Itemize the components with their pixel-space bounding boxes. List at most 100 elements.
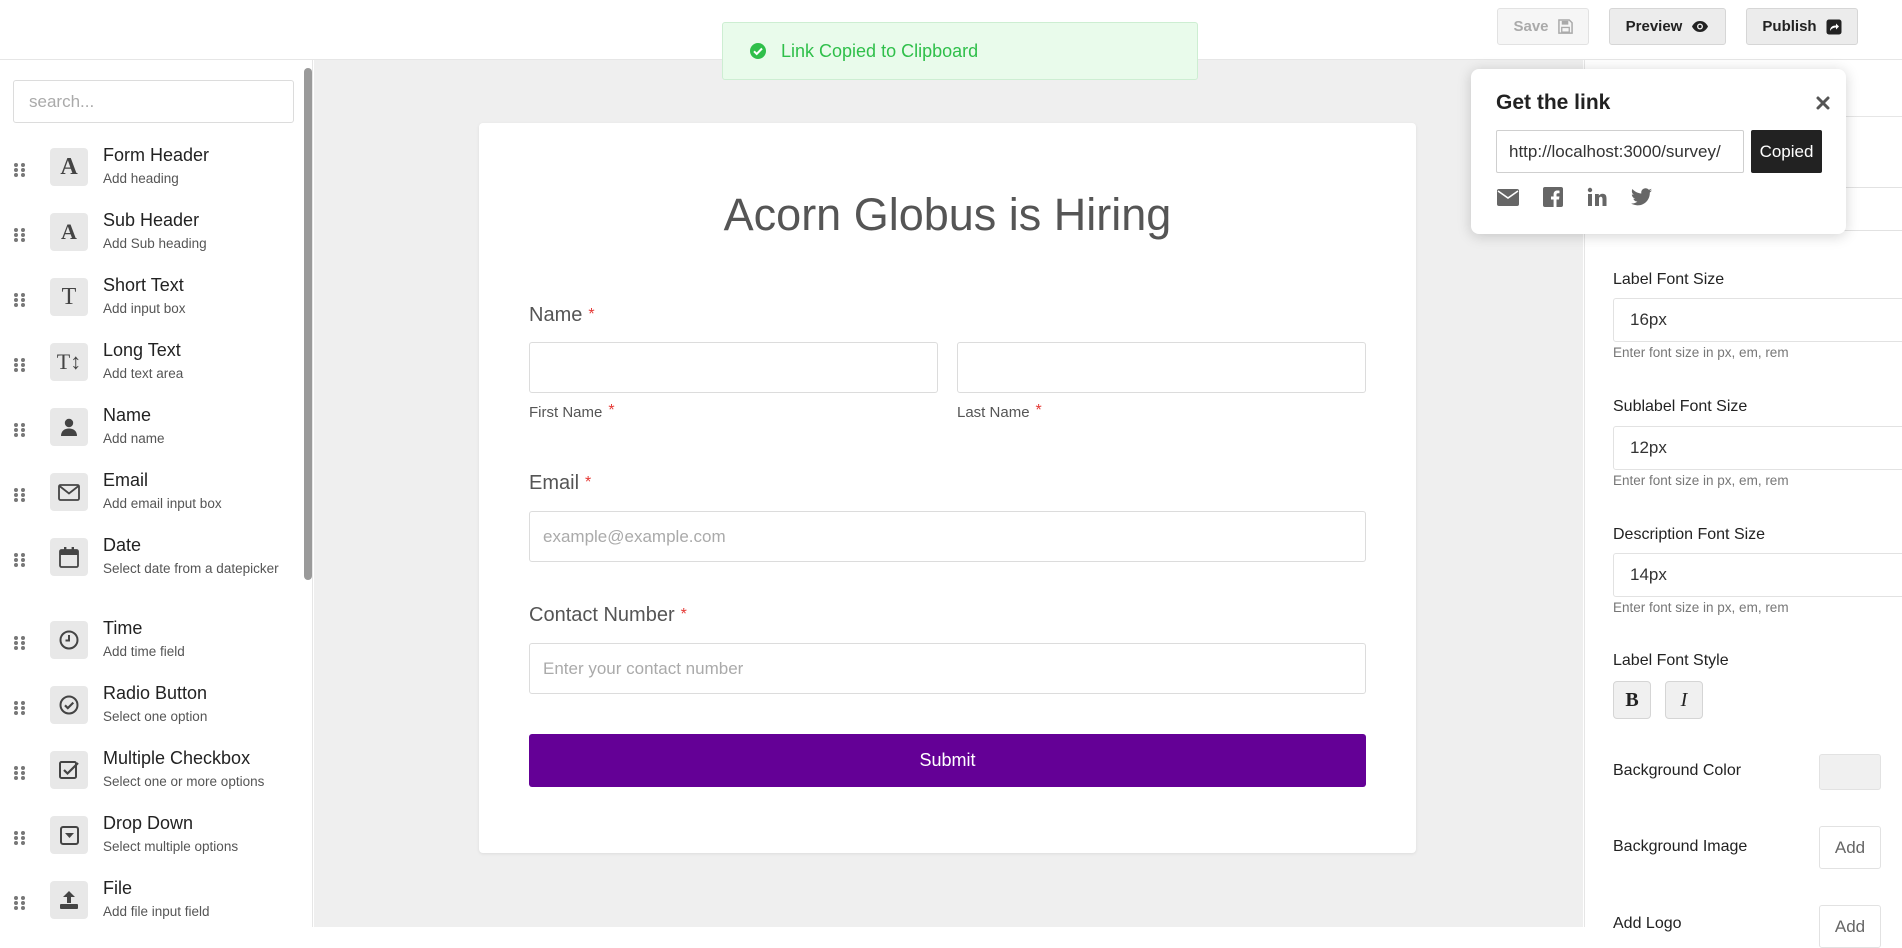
tool-title: Short Text bbox=[103, 275, 184, 295]
tool-title: Sub Header bbox=[103, 210, 200, 230]
last-name-sublabel-text: Last Name bbox=[957, 404, 1030, 421]
italic-button[interactable]: I bbox=[1665, 681, 1703, 719]
contact-placeholder: Enter your contact number bbox=[543, 658, 744, 678]
background-image-label: Background Image bbox=[1613, 838, 1748, 855]
clock-icon bbox=[50, 621, 88, 659]
search-input[interactable] bbox=[13, 80, 294, 123]
tool-item-radio-button[interactable]: Radio Button Select one option bbox=[0, 683, 300, 746]
tool-subtitle: Add text area bbox=[103, 366, 184, 381]
last-name-input[interactable] bbox=[957, 342, 1366, 393]
drag-handle-icon[interactable] bbox=[13, 162, 27, 178]
publish-label: Publish bbox=[1762, 18, 1817, 35]
drag-handle-icon[interactable] bbox=[13, 552, 27, 568]
preview-label: Preview bbox=[1625, 18, 1683, 35]
tool-title: Name bbox=[103, 405, 152, 425]
sublabel-font-size-input[interactable]: 12px bbox=[1613, 426, 1902, 470]
close-icon[interactable] bbox=[1811, 91, 1835, 115]
tool-item-file[interactable]: File Add file input field bbox=[0, 878, 300, 927]
tool-item-form-header[interactable]: A Form Header Add heading bbox=[0, 145, 300, 208]
popover-title: Get the link bbox=[1496, 91, 1611, 114]
email-placeholder: example@example.com bbox=[543, 526, 726, 546]
background-image-add-button[interactable]: Add bbox=[1819, 826, 1881, 869]
tool-title: Email bbox=[103, 470, 149, 490]
tool-subtitle: Select multiple options bbox=[103, 839, 239, 854]
tool-item-long-text[interactable]: T↕ Long Text Add text area bbox=[0, 340, 300, 403]
tool-item-time[interactable]: Time Add time field bbox=[0, 618, 300, 681]
publish-button[interactable]: Publish bbox=[1746, 8, 1858, 45]
add-logo-label: Add Logo bbox=[1613, 915, 1682, 932]
tool-item-drop-down[interactable]: Drop Down Select multiple options bbox=[0, 813, 300, 876]
sublabel-font-size-label: Sublabel Font Size bbox=[1613, 398, 1748, 415]
user-icon bbox=[50, 408, 88, 446]
check-circle-icon bbox=[50, 686, 88, 724]
save-label: Save bbox=[1513, 18, 1549, 35]
label-font-size-input[interactable]: 16px bbox=[1613, 298, 1902, 342]
linkedin-icon[interactable] bbox=[1585, 186, 1609, 208]
required-mark: * bbox=[585, 474, 592, 491]
tool-item-short-text[interactable]: T Short Text Add input box bbox=[0, 275, 300, 338]
required-mark: * bbox=[680, 606, 687, 623]
tool-title: Form Header bbox=[103, 145, 210, 165]
drag-handle-icon[interactable] bbox=[13, 487, 27, 503]
drag-handle-icon[interactable] bbox=[13, 765, 27, 781]
element-sidebar: A Form Header Add heading A Sub Header Add Su… bbox=[0, 60, 313, 927]
tool-subtitle: Add email input box bbox=[103, 496, 222, 511]
toast-message: Link Copied to Clipboard bbox=[781, 40, 979, 61]
tool-item-name[interactable]: Name Add name bbox=[0, 405, 300, 468]
drag-handle-icon[interactable] bbox=[13, 830, 27, 846]
description-font-size-label: Description Font Size bbox=[1613, 526, 1766, 543]
form-card: Acorn Globus is Hiring Name * First Name *… bbox=[479, 123, 1416, 853]
drag-handle-icon[interactable] bbox=[13, 357, 27, 373]
form-title[interactable]: Acorn Globus is Hiring bbox=[479, 189, 1416, 241]
text-height-icon: T↕ bbox=[50, 343, 88, 381]
tool-subtitle: Select one or more options bbox=[103, 774, 265, 789]
get-link-popover: Get the link http://localhost:3000/surve… bbox=[1471, 69, 1846, 234]
upload-icon bbox=[50, 881, 88, 919]
link-url-field[interactable]: http://localhost:3000/survey/ bbox=[1496, 130, 1744, 173]
text-t-icon: T bbox=[50, 278, 88, 316]
drag-handle-icon[interactable] bbox=[13, 700, 27, 716]
save-button[interactable]: Save bbox=[1497, 8, 1589, 45]
copy-button[interactable]: Copied bbox=[1751, 130, 1822, 173]
tool-item-date[interactable]: Date Select date from a datepicker bbox=[0, 535, 300, 598]
preview-button[interactable]: Preview bbox=[1609, 8, 1726, 45]
description-font-size-value: 14px bbox=[1630, 565, 1667, 584]
tool-subtitle: Add heading bbox=[103, 171, 179, 186]
contact-label[interactable]: Contact Number * bbox=[529, 604, 687, 627]
tool-item-multiple-checkbox[interactable]: Multiple Checkbox Select one or more opti… bbox=[0, 748, 300, 811]
eye-icon bbox=[1692, 21, 1709, 32]
contact-input[interactable]: Enter your contact number bbox=[529, 643, 1366, 694]
drag-handle-icon[interactable] bbox=[13, 635, 27, 651]
name-label[interactable]: Name * bbox=[529, 304, 595, 327]
drag-handle-icon[interactable] bbox=[13, 895, 27, 911]
link-url-text: http://localhost:3000/survey/ bbox=[1509, 141, 1721, 161]
drag-handle-icon[interactable] bbox=[13, 422, 27, 438]
drag-handle-icon[interactable] bbox=[13, 292, 27, 308]
share-square-icon bbox=[1826, 19, 1842, 34]
background-color-label: Background Color bbox=[1613, 762, 1742, 779]
contact-label-text: Contact Number bbox=[529, 604, 675, 626]
background-color-swatch[interactable] bbox=[1819, 754, 1881, 790]
tool-title: Long Text bbox=[103, 340, 181, 360]
tool-item-sub-header[interactable]: A Sub Header Add Sub heading bbox=[0, 210, 300, 273]
email-label[interactable]: Email * bbox=[529, 472, 591, 495]
envelope-icon bbox=[50, 473, 88, 511]
first-name-input[interactable] bbox=[529, 342, 938, 393]
facebook-icon[interactable] bbox=[1541, 186, 1565, 208]
clipboard-toast: Link Copied to Clipboard bbox=[722, 22, 1198, 80]
first-name-sublabel: First Name * bbox=[529, 402, 615, 421]
tool-item-email[interactable]: Email Add email input box bbox=[0, 470, 300, 533]
tool-title: Multiple Checkbox bbox=[103, 748, 251, 768]
tool-subtitle: Add Sub heading bbox=[103, 236, 207, 251]
sidebar-scrollbar[interactable] bbox=[304, 68, 312, 580]
email-icon[interactable] bbox=[1496, 186, 1520, 208]
submit-button[interactable]: Submit bbox=[529, 734, 1366, 787]
font-size-help: Enter font size in px, em, rem bbox=[1613, 600, 1789, 615]
drag-handle-icon[interactable] bbox=[13, 227, 27, 243]
name-label-text: Name bbox=[529, 304, 583, 326]
bold-button[interactable]: B bbox=[1613, 681, 1651, 719]
tool-subtitle: Add input box bbox=[103, 301, 186, 316]
twitter-icon[interactable] bbox=[1629, 186, 1653, 208]
email-input[interactable]: example@example.com bbox=[529, 511, 1366, 562]
description-font-size-input[interactable]: 14px bbox=[1613, 553, 1902, 597]
